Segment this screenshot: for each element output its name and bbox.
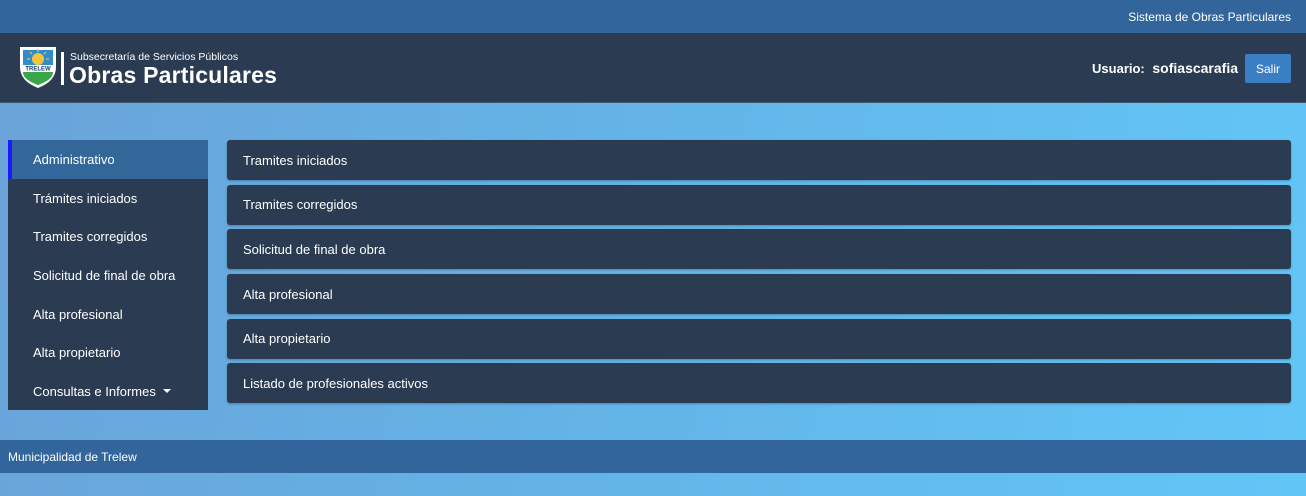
sidebar-item-label: Alta profesional xyxy=(33,306,123,322)
top-bar: Sistema de Obras Particulares xyxy=(0,0,1306,33)
menu-item-label: Alta propietario xyxy=(243,331,331,347)
footer: Municipalidad de Trelew xyxy=(0,440,1306,473)
menu-item-listado-profesionales[interactable]: Listado de profesionales activos xyxy=(227,363,1291,404)
header: TRELEW Subsecretaría de Servicios Públic… xyxy=(0,33,1306,103)
app-logo[interactable]: TRELEW Subsecretaría de Servicios Públic… xyxy=(18,43,278,91)
logo-badge-text: TRELEW xyxy=(25,67,51,73)
logo-divider xyxy=(61,52,64,85)
menu-item-solicitud-final-obra[interactable]: Solicitud de final de obra xyxy=(227,229,1291,270)
menu-item-alta-propietario[interactable]: Alta propietario xyxy=(227,318,1291,359)
sidebar-item-label: Administrativo xyxy=(33,151,115,167)
menu-item-alta-profesional[interactable]: Alta profesional xyxy=(227,274,1291,315)
logout-button[interactable]: Salir xyxy=(1245,54,1291,83)
menu-item-label: Tramites iniciados xyxy=(243,152,348,168)
caret-down-icon xyxy=(162,389,171,394)
user-label: Usuario: xyxy=(1092,61,1145,76)
sidebar-item-consultas-informes[interactable]: Consultas e Informes xyxy=(8,372,208,411)
menu-item-label: Listado de profesionales activos xyxy=(243,375,429,391)
sidebar-item-alta-propietario[interactable]: Alta propietario xyxy=(8,333,208,372)
trelew-shield-icon: TRELEW xyxy=(20,47,56,88)
sidebar-item-alta-profesional[interactable]: Alta profesional xyxy=(8,295,208,334)
menu-item-label: Alta profesional xyxy=(243,286,333,302)
sidebar-menu: Administrativo Trámites iniciados Tramit… xyxy=(8,140,208,410)
username: sofiascarafia xyxy=(1152,60,1238,76)
sidebar-item-tramites-iniciados[interactable]: Trámites iniciados xyxy=(8,179,208,218)
sidebar-item-label: Trámites iniciados xyxy=(33,190,138,206)
sidebar-item-label: Consultas e Informes xyxy=(33,383,156,399)
system-name: Sistema de Obras Particulares xyxy=(1128,10,1291,24)
menu-item-tramites-corregidos[interactable]: Tramites corregidos xyxy=(227,184,1291,225)
menu-item-label: Solicitud de final de obra xyxy=(243,241,386,257)
sidebar-item-solicitud-final-obra[interactable]: Solicitud de final de obra xyxy=(8,256,208,295)
logo-title: Obras Particulares xyxy=(69,62,278,88)
user-info: Usuario: sofiascarafia xyxy=(1092,60,1238,76)
menu-item-tramites-iniciados[interactable]: Tramites iniciados xyxy=(227,140,1291,180)
menu-item-label: Tramites corregidos xyxy=(243,197,358,213)
sidebar-item-tramites-corregidos[interactable]: Tramites corregidos xyxy=(8,217,208,256)
sidebar-item-label: Tramites corregidos xyxy=(33,229,148,245)
sidebar-item-label: Alta propietario xyxy=(33,345,121,361)
sidebar-item-label: Solicitud de final de obra xyxy=(33,267,176,283)
sidebar-item-administrativo[interactable]: Administrativo xyxy=(8,140,208,179)
footer-text: Municipalidad de Trelew xyxy=(8,450,137,464)
main-menu-list: Tramites iniciados Tramites corregidos S… xyxy=(227,140,1291,408)
